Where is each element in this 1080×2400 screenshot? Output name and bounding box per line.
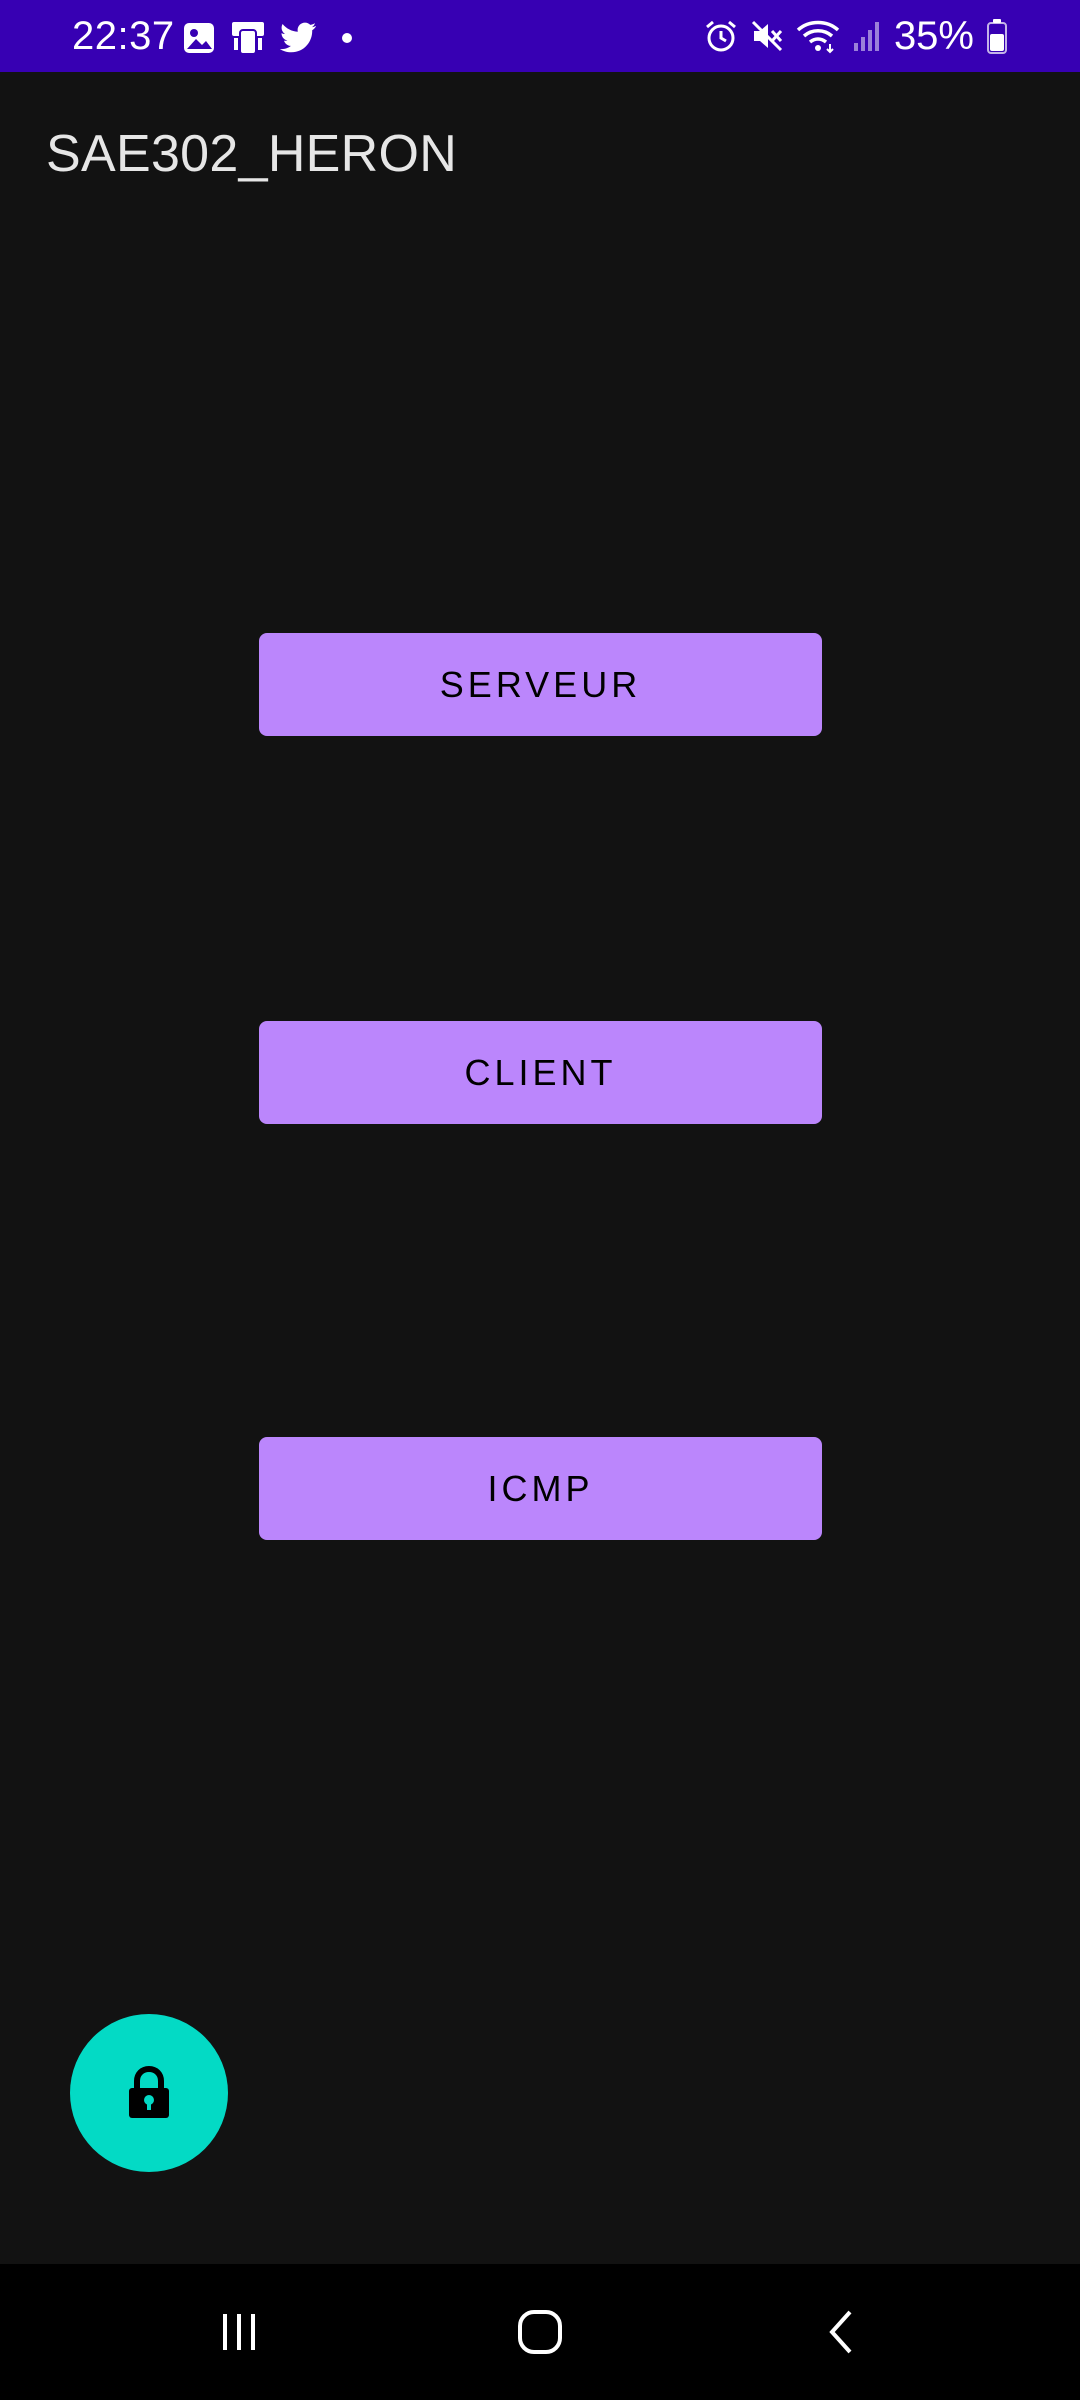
status-time: 22:37 — [72, 14, 175, 58]
signal-icon — [852, 19, 882, 53]
battery-icon — [986, 18, 1008, 54]
status-bar: 22:37 35% — [0, 0, 1080, 72]
wifi-icon — [796, 18, 840, 54]
back-icon — [822, 2308, 862, 2356]
gallery-icon — [182, 21, 216, 55]
dot-icon — [332, 31, 362, 45]
recents-icon — [217, 2310, 261, 2354]
battery-percent: 35% — [893, 14, 974, 58]
status-system-icons: 35% — [704, 14, 1008, 58]
device-icon — [230, 20, 266, 56]
status-notification-icons — [182, 20, 362, 56]
twitter-icon — [280, 22, 318, 54]
lock-fab-button[interactable] — [70, 2014, 228, 2172]
system-nav-bar — [0, 2264, 1080, 2400]
client-button[interactable]: CLIENT — [259, 1021, 822, 1124]
alarm-icon — [704, 19, 738, 53]
home-icon — [516, 2308, 564, 2356]
back-button[interactable] — [797, 2294, 887, 2370]
icmp-button[interactable]: ICMP — [259, 1437, 822, 1540]
app-title: SAE302_HERON — [46, 125, 458, 183]
mute-icon — [750, 19, 784, 53]
home-button[interactable] — [495, 2294, 585, 2370]
serveur-button[interactable]: SERVEUR — [259, 633, 822, 736]
recents-button[interactable] — [194, 2294, 284, 2370]
lock-icon — [125, 2066, 173, 2120]
